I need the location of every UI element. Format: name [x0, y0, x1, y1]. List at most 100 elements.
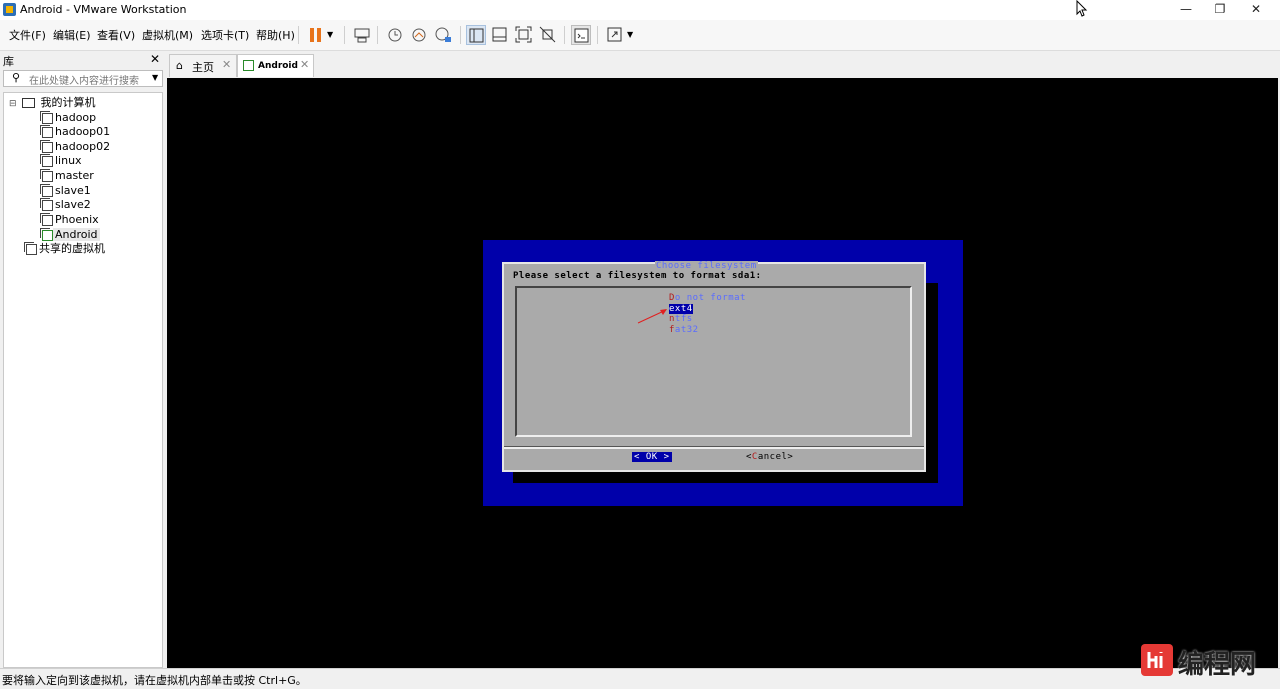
snapshot-manager-icon[interactable] — [433, 25, 453, 45]
option-fat32[interactable]: fat32 — [669, 325, 699, 335]
tree-item-label: Android — [53, 228, 100, 241]
library-tree: ⊟ 我的计算机 hadoop hadoop01 hadoop02 linux m… — [3, 92, 163, 668]
tree-item-master[interactable]: master — [40, 169, 94, 183]
tree-item-label: hadoop — [55, 111, 97, 124]
option-ext4[interactable]: ext4 — [669, 304, 693, 314]
vm-icon — [40, 184, 53, 197]
menu-toolbar: 文件(F) 编辑(E) 查看(V) 虚拟机(M) 选项卡(T) 帮助(H) ▼ … — [0, 20, 1280, 51]
home-icon: ⌂ — [176, 59, 183, 72]
menu-edit[interactable]: 编辑(E) — [52, 26, 92, 44]
show-library-icon[interactable] — [466, 25, 486, 45]
fullscreen-icon[interactable] — [514, 25, 534, 45]
toolbar-separator — [564, 26, 565, 44]
watermark: 编程网 — [1138, 640, 1280, 688]
dialog-divider — [504, 446, 924, 449]
annotation-arrow-icon — [637, 309, 667, 324]
tab-label: 主页 — [192, 61, 214, 74]
status-text: 要将输入定向到该虚拟机，请在虚拟机内部单击或按 Ctrl+G。 — [2, 674, 307, 687]
tree-item-linux[interactable]: linux — [40, 154, 82, 168]
computer-icon — [22, 98, 36, 108]
title-bar: Android - VMware Workstation — ❐ ✕ — [0, 0, 1280, 20]
tree-item-label: 共享的虚拟机 — [39, 242, 105, 255]
search-dropdown-icon[interactable]: ▼ — [152, 73, 158, 82]
shared-vm-icon — [24, 242, 37, 255]
collapse-toggle-icon[interactable]: ⊟ — [9, 99, 17, 109]
library-search-input[interactable]: ⚲ 在此处键入内容进行搜索 ▼ — [3, 70, 163, 87]
tree-item-slave2[interactable]: slave2 — [40, 198, 91, 212]
tree-shared-vms[interactable]: 共享的虚拟机 — [24, 242, 105, 256]
tab-strip: ⌂ 主页 ✕ Android ✕ — [167, 52, 1280, 78]
search-placeholder: 在此处键入内容进行搜索 — [29, 76, 139, 87]
tree-root-my-computer[interactable]: ⊟ 我的计算机 — [9, 96, 96, 110]
tab-home[interactable]: ⌂ 主页 ✕ — [169, 54, 237, 77]
tree-item-hadoop[interactable]: hadoop — [40, 111, 96, 125]
tree-root-label: 我的计算机 — [40, 96, 96, 109]
vm-icon — [40, 154, 53, 167]
revert-snapshot-icon[interactable] — [409, 25, 429, 45]
menu-view[interactable]: 查看(V) — [96, 26, 136, 44]
stretch-guest-icon[interactable] — [605, 25, 625, 45]
tab-label: Android — [258, 61, 298, 71]
tree-item-label: slave2 — [55, 198, 91, 211]
tab-android[interactable]: Android ✕ — [237, 54, 314, 77]
vm-tab-icon — [243, 60, 254, 71]
vm-icon — [40, 140, 53, 153]
watermark-text: 编程网 — [1178, 650, 1257, 680]
search-icon: ⚲ — [12, 71, 21, 84]
tree-item-android[interactable]: Android — [40, 228, 100, 242]
close-button[interactable]: ✕ — [1238, 0, 1274, 20]
status-bar: 要将输入定向到该虚拟机，请在虚拟机内部单击或按 Ctrl+G。 — [0, 668, 1280, 689]
tree-item-slave1[interactable]: slave1 — [40, 184, 91, 198]
restore-button[interactable]: ❐ — [1202, 0, 1238, 20]
library-title: 库 — [3, 55, 14, 68]
tree-item-hadoop01[interactable]: hadoop01 — [40, 125, 110, 139]
pause-icon[interactable] — [306, 25, 326, 45]
filesystem-list — [515, 286, 912, 437]
watermark-logo-icon — [1141, 644, 1173, 676]
stretch-dropdown-icon[interactable]: ▼ — [627, 30, 633, 39]
dialog-prompt: Please select a filesystem to format sda… — [513, 271, 762, 281]
window-title: Android - VMware Workstation — [20, 3, 187, 16]
minimize-button[interactable]: — — [1168, 0, 1204, 20]
ok-button[interactable]: < OK > — [632, 452, 672, 462]
vm-icon — [40, 213, 53, 226]
toolbar-separator — [460, 26, 461, 44]
menu-help[interactable]: 帮助(H) — [255, 26, 296, 44]
tree-item-label: slave1 — [55, 184, 91, 197]
unity-mode-icon[interactable] — [538, 25, 558, 45]
library-header: 库 ✕ — [0, 52, 165, 68]
pause-dropdown-icon[interactable]: ▼ — [327, 30, 333, 39]
tree-item-hadoop02[interactable]: hadoop02 — [40, 140, 110, 154]
toolbar-separator — [377, 26, 378, 44]
tree-item-phoenix[interactable]: Phoenix — [40, 213, 99, 227]
thumbnail-bar-icon[interactable] — [490, 25, 510, 45]
menu-tabs[interactable]: 选项卡(T) — [200, 26, 250, 44]
tree-item-label: linux — [55, 154, 82, 167]
dialog-title: Choose filesystem — [655, 261, 758, 271]
console-view-icon[interactable] — [571, 25, 591, 45]
vm-icon — [40, 111, 53, 124]
tree-item-label: hadoop01 — [55, 125, 111, 138]
tree-item-label: Phoenix — [55, 213, 99, 226]
menu-vm[interactable]: 虚拟机(M) — [141, 26, 194, 44]
tab-close-icon[interactable]: ✕ — [300, 58, 309, 71]
option-do-not-format[interactable]: Do not format — [669, 293, 746, 303]
menu-file[interactable]: 文件(F) — [8, 26, 47, 44]
mouse-cursor-icon — [1076, 0, 1088, 17]
library-close-icon[interactable]: ✕ — [150, 52, 160, 66]
send-ctrl-alt-del-icon[interactable] — [352, 25, 372, 45]
option-ntfs[interactable]: ntfs — [669, 314, 693, 324]
vm-running-icon — [40, 228, 53, 241]
tree-item-label: hadoop02 — [55, 140, 111, 153]
tab-close-icon[interactable]: ✕ — [222, 58, 231, 71]
toolbar-separator — [597, 26, 598, 44]
vmware-logo-icon — [3, 3, 16, 16]
vm-icon — [40, 169, 53, 182]
cancel-button[interactable]: <Cancel> — [746, 452, 793, 462]
vm-icon — [40, 198, 53, 211]
toolbar-separator — [298, 26, 299, 44]
toolbar-separator — [344, 26, 345, 44]
snapshot-icon[interactable] — [385, 25, 405, 45]
tree-item-label: master — [55, 169, 94, 182]
vm-icon — [40, 125, 53, 138]
